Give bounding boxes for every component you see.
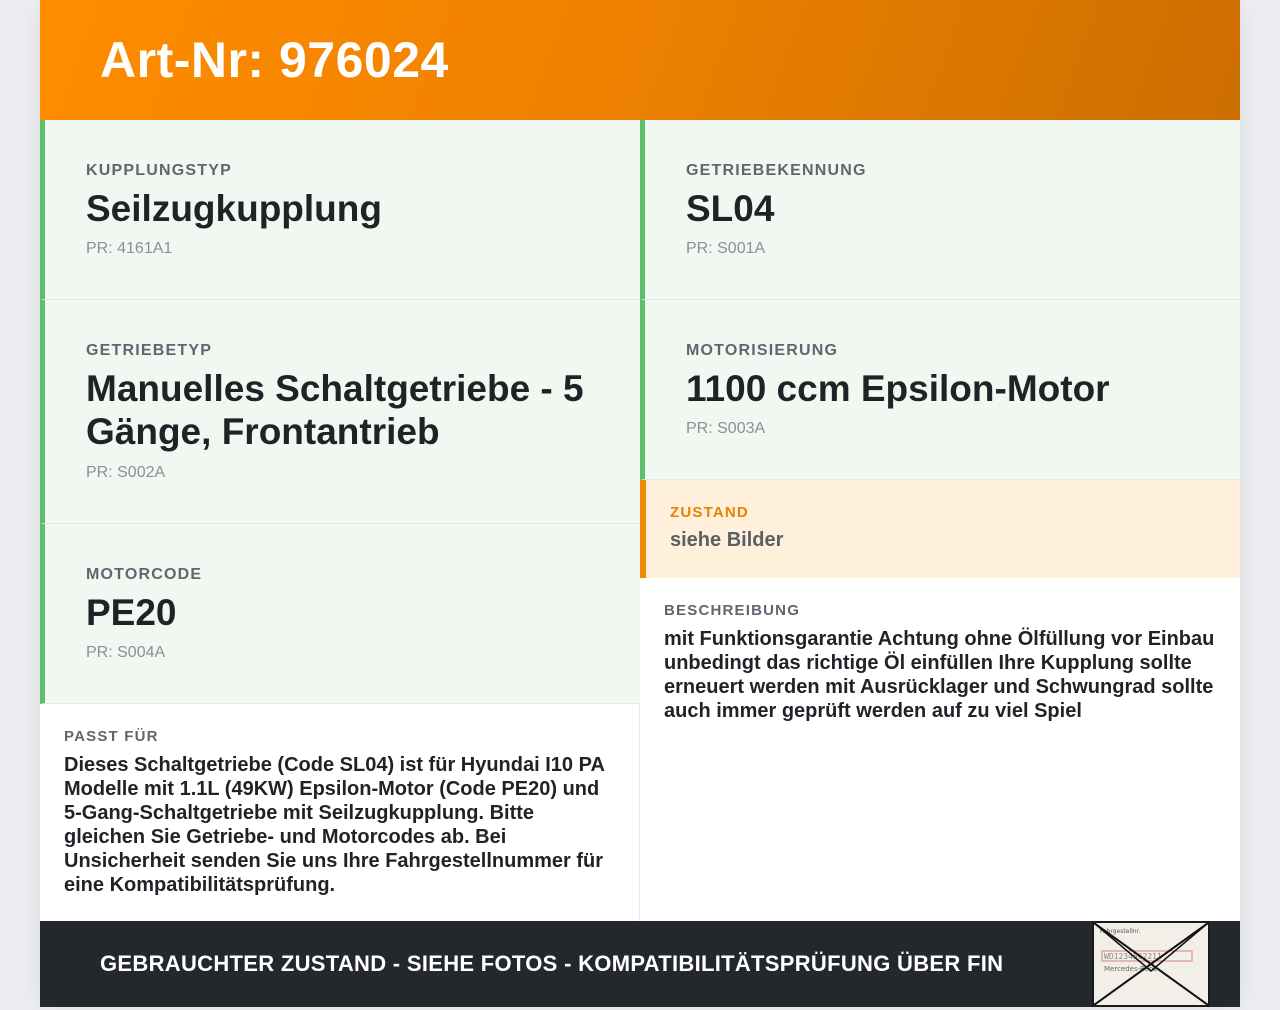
fits-label: PASST FÜR (64, 728, 159, 745)
spec-card-kupplungstyp: KUPPLUNGSTYP Seilzugkupplung PR: 4161A1 (40, 120, 640, 300)
right-column: GETRIEBEKENNUNG SL04 PR: S001A MOTORISIE… (640, 120, 1240, 723)
spec-pr-code: PR: S003A (686, 420, 766, 437)
spec-card-motorcode: MOTORCODE PE20 PR: S004A (40, 524, 640, 704)
spec-label: MOTORCODE (86, 566, 203, 583)
product-sheet: Art-Nr: 976024 KUPPLUNGSTYP Seilzugkuppl… (40, 0, 1240, 1007)
fits-text: Dieses Schaltgetriebe (Code SL04) ist fü… (64, 754, 605, 896)
description-text: mit Funktionsgarantie Achtung ohne Ölfül… (664, 628, 1215, 722)
spec-label: GETRIEBEKENNUNG (686, 162, 867, 179)
article-number-title: Art-Nr: 976024 (100, 32, 449, 88)
spec-value: SL04 (686, 188, 775, 229)
spec-pr-code: PR: S002A (86, 464, 166, 481)
spec-label: GETRIEBETYP (86, 342, 213, 359)
spec-card-motorisierung: MOTORISIERUNG 1100 ccm Epsilon-Motor PR:… (640, 300, 1240, 480)
left-column: KUPPLUNGSTYP Seilzugkupplung PR: 4161A1 … (40, 120, 640, 921)
spec-value: PE20 (86, 592, 177, 633)
footer-text: GEBRAUCHTER ZUSTAND - SIEHE FOTOS - KOMP… (100, 951, 1004, 976)
spec-value: Seilzugkupplung (86, 188, 382, 229)
header-bar: Art-Nr: 976024 (40, 0, 1240, 120)
description-section: BESCHREIBUNG mit Funktionsgarantie Achtu… (640, 578, 1240, 723)
fits-section: PASST FÜR Dieses Schaltgetriebe (Code SL… (40, 704, 640, 921)
state-banner: ZUSTAND siehe Bilder (640, 480, 1240, 578)
spec-value: Manuelles Schaltgetriebe - 5 Gänge, Fron… (86, 368, 584, 452)
spec-pr-code: PR: 4161A1 (86, 240, 173, 257)
spec-card-getriebekennung: GETRIEBEKENNUNG SL04 PR: S001A (640, 120, 1240, 300)
thumbnail-graphic: Fahrgestellnr. WD1234562211 Mercedes-Ben… (1093, 922, 1209, 1006)
state-label: ZUSTAND (670, 504, 749, 521)
spec-value: 1100 ccm Epsilon-Motor (686, 368, 1110, 409)
spec-card-getriebetyp: GETRIEBETYP Manuelles Schaltgetriebe - 5… (40, 300, 640, 524)
state-value: siehe Bilder (670, 529, 784, 551)
spec-pr-code: PR: S004A (86, 644, 166, 661)
envelope-photo-icon[interactable]: Fahrgestellnr. WD1234562211 Mercedes-Ben… (1092, 921, 1210, 1007)
spec-pr-code: PR: S001A (686, 240, 766, 257)
description-label: BESCHREIBUNG (664, 602, 801, 619)
spec-label: KUPPLUNGSTYP (86, 162, 232, 179)
spec-label: MOTORISIERUNG (686, 342, 839, 359)
footer-bar: GEBRAUCHTER ZUSTAND - SIEHE FOTOS - KOMP… (40, 921, 1240, 1007)
